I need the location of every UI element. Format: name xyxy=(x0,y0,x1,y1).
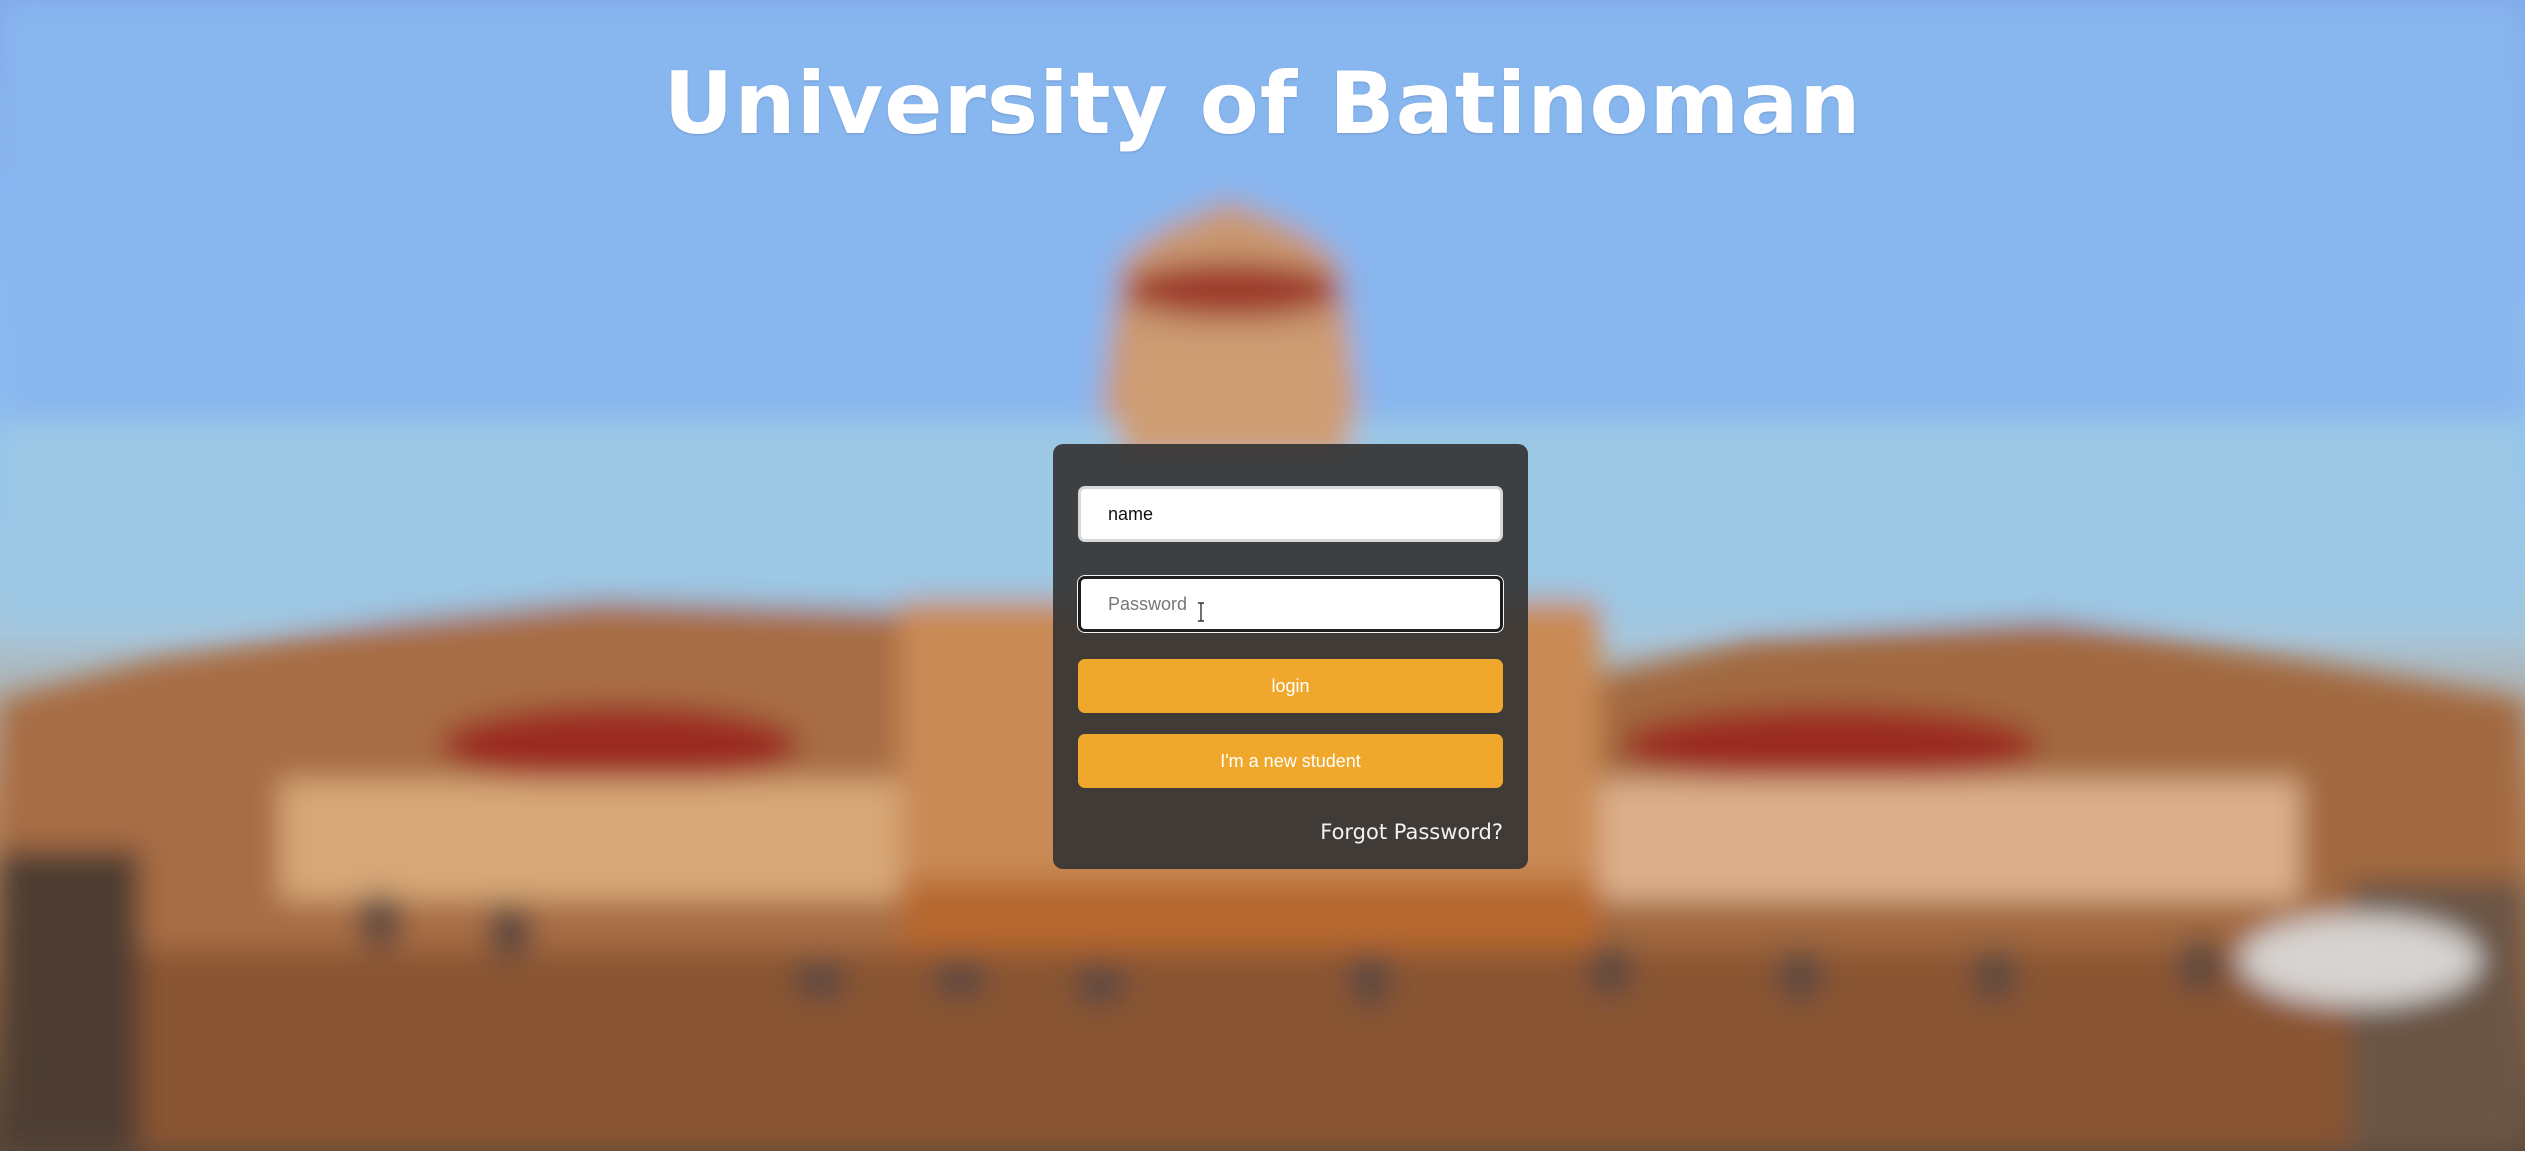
new-student-button[interactable]: I'm a new student xyxy=(1078,734,1503,788)
password-input[interactable] xyxy=(1078,576,1503,632)
page-title: University of Batinoman xyxy=(663,54,1862,154)
name-input[interactable] xyxy=(1078,486,1503,542)
text-cursor-icon xyxy=(1198,602,1204,622)
login-panel: login I'm a new student Forgot Password? xyxy=(1053,444,1528,869)
login-page: University of Batinoman login I'm a new … xyxy=(0,0,2525,1151)
forgot-password-link[interactable]: Forgot Password? xyxy=(1320,820,1503,844)
login-button[interactable]: login xyxy=(1078,659,1503,713)
